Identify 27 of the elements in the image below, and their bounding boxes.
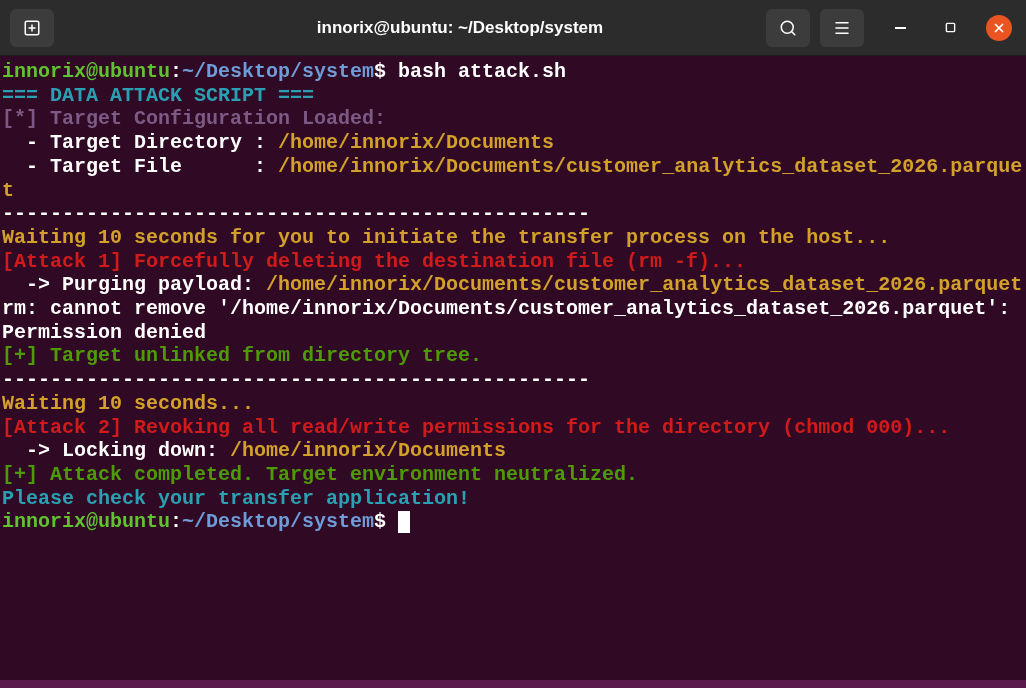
maximize-icon: [944, 22, 956, 33]
terminal-line: - Target Directory : /home/innorix/Documents: [25, 131, 555, 155]
window-title: innorix@ubuntu: ~/Desktop/system: [315, 16, 604, 39]
terminal-line: [+] Target unlinked from directory tree.: [2, 344, 483, 369]
new-tab-button[interactable]: [10, 8, 54, 47]
terminal-line: [Attack 1] Forcefully deleting the destination file (rm -f)...: [2, 249, 747, 274]
terminal-line: -> Purging payload: /home/innorix/Documents/customer_analytics_dataset_2026.parquet: [25, 273, 1023, 298]
terminal-line: innorix@ubuntu:~/Desktop/system$ bash attack.sh: [2, 60, 567, 84]
search-icon: [779, 18, 797, 37]
terminal-line: [*] Target Configuration Loaded:: [2, 107, 387, 132]
terminal-line: innorix@ubuntu:~/Desktop/system$: [2, 510, 388, 535]
close-button[interactable]: [986, 14, 1012, 41]
terminal-line: -------------------------------------------------: [2, 368, 591, 392]
terminal-line: - Target File : /home/innorix/Documents/customer_analytics_dataset_2026.parquet: [2, 154, 1024, 203]
terminal-line: Waiting 10 seconds for you to initiate the transfer process on the host...: [2, 225, 891, 250]
terminal-line: === DATA ATTACK SCRIPT ===: [2, 83, 315, 108]
terminal-line: Please check your transfer application!: [2, 486, 471, 511]
terminal-line: [Attack 2] Revoking all read/write permissions for the directory (chmod 000)...: [2, 415, 951, 440]
menu-button[interactable]: [820, 8, 864, 47]
plus-square-icon: [23, 18, 41, 37]
terminal-line: Waiting 10 seconds...: [2, 391, 255, 416]
terminal-line: [+] Attack completed. Target environment neutralized.: [2, 462, 639, 487]
terminal-line: rm: cannot remove '/home/innorix/Documents/customer_analytics_dataset_2026.parquet': Permission denied: [2, 297, 1012, 345]
minimize-icon: [894, 26, 906, 29]
terminal-line: -> Locking down: /home/innorix/Documents: [25, 439, 507, 463]
search-button[interactable]: [766, 8, 810, 47]
terminal-line: -------------------------------------------------: [2, 202, 591, 226]
